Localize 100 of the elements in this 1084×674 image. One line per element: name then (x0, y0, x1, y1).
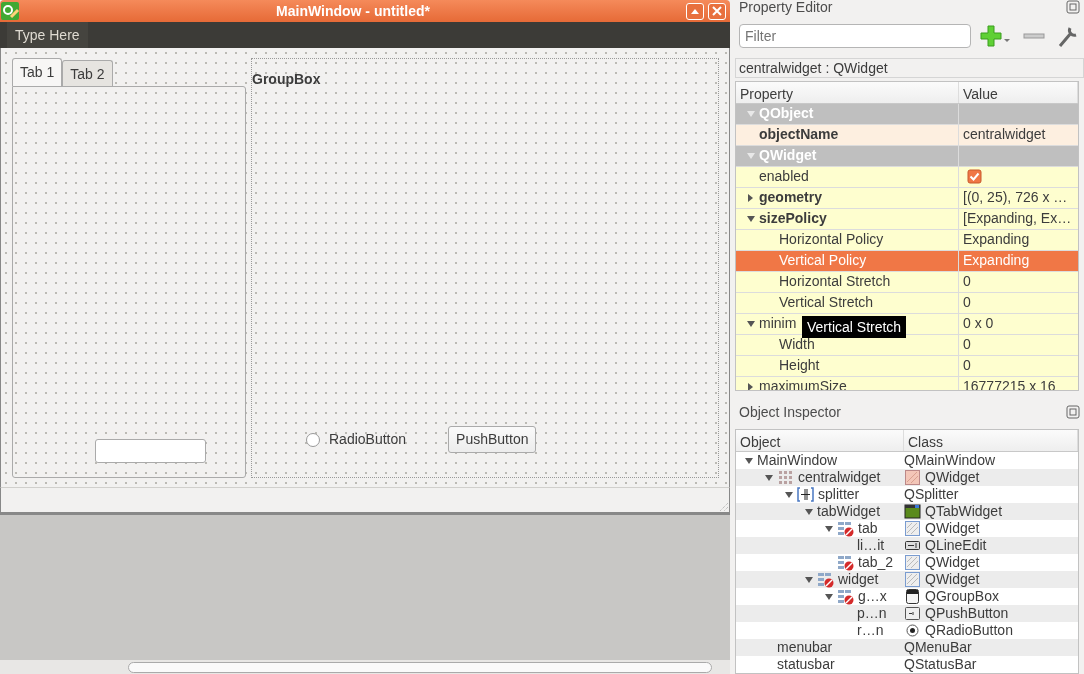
object-name: tabWidget (817, 503, 881, 520)
checkbox[interactable] (967, 169, 982, 185)
property-name: Horizontal Policy (779, 230, 884, 250)
property-row[interactable]: Height 0 (736, 355, 1078, 377)
property-value: Expanding (963, 230, 1030, 250)
object-name: tab (858, 520, 878, 537)
tree-row[interactable]: menubar QMenuBar (736, 639, 1078, 656)
property-row[interactable]: enabled (736, 166, 1078, 188)
widget-icon (904, 554, 921, 571)
broken-layout-icon (837, 554, 854, 571)
tree-row[interactable]: widget QWidget (736, 571, 1078, 588)
property-row[interactable]: Horizontal Policy Expanding (736, 229, 1078, 251)
property-value: 0 (963, 272, 971, 292)
tooltip: Vertical Stretch (802, 316, 907, 338)
property-value: 0 x 0 (963, 314, 994, 334)
broken-layout-icon (837, 588, 854, 605)
tree-row[interactable]: statusbar QStatusBar (736, 656, 1078, 673)
category-name: QWidget (759, 146, 817, 166)
tree-row[interactable]: li…it QLineEdit (736, 537, 1078, 554)
class-name: QRadioButton (925, 622, 1013, 639)
tree-row[interactable]: g…x QGroupBox (736, 588, 1078, 605)
object-name: widget (838, 571, 879, 588)
object-name: splitter (818, 486, 860, 503)
class-name: QSplitter (904, 486, 959, 503)
widget-icon (904, 520, 921, 537)
splitter-icon (797, 486, 814, 503)
property-name: enabled (759, 167, 809, 187)
tree-row[interactable]: r…n QRadioButton (736, 622, 1078, 639)
class-name: QLineEdit (925, 537, 987, 554)
object-name: r…n (857, 622, 884, 639)
scrollbar-thumb[interactable] (128, 661, 712, 673)
class-name: QWidget (925, 554, 980, 571)
widget-icon (904, 571, 921, 588)
tree-row[interactable]: tab QWidget (736, 520, 1078, 537)
menu-placeholder[interactable]: Type Here (7, 21, 88, 49)
radio-button-icon (904, 622, 921, 639)
property-value: 0 (963, 356, 971, 376)
tree-row[interactable]: p…n QPushButton (736, 605, 1078, 622)
object-name: tab_2 (858, 554, 894, 571)
column-header: Class (904, 430, 1078, 451)
column-header: Value (959, 81, 1078, 103)
input-field[interactable] (95, 439, 206, 463)
group-box-title: GroupBox (252, 70, 322, 89)
float-icon[interactable] (1066, 405, 1080, 420)
tree-row[interactable]: centralwidget QWidget (736, 469, 1078, 486)
property-value: centralwidget (963, 125, 1046, 145)
property-row[interactable]: sizePolicy [Expanding, Ex… (736, 208, 1078, 230)
property-row[interactable]: Horizontal Stretch 0 (736, 271, 1078, 293)
property-row[interactable]: Vertical Stretch 0 (736, 292, 1078, 314)
add-icon[interactable] (979, 23, 1011, 48)
radio-button[interactable] (305, 431, 321, 448)
class-name: QPushButton (925, 605, 1009, 622)
tab[interactable]: Tab 1 (12, 58, 63, 86)
group-box-icon (904, 588, 921, 605)
class-name: QGroupBox (925, 588, 999, 605)
object-name: menubar (777, 639, 833, 656)
property-row[interactable]: objectName centralwidget (736, 124, 1078, 146)
class-name: QWidget (925, 520, 980, 537)
close-button[interactable] (708, 2, 726, 20)
tab[interactable]: Tab 2 (62, 60, 113, 86)
widget-icon (904, 469, 921, 486)
property-name: Horizontal Stretch (779, 272, 891, 292)
grid-layout-icon (777, 469, 794, 486)
horizontal-scrollbar[interactable] (0, 660, 730, 674)
property-name: Width (779, 335, 815, 355)
tree-row[interactable]: MainWindow QMainWindow (736, 452, 1078, 469)
remove-icon[interactable] (1023, 31, 1045, 40)
panel-title: Property Editor (739, 0, 833, 17)
object-name: g…x (858, 588, 887, 605)
property-row[interactable]: geometry [(0, 25), 726 x … (736, 187, 1078, 209)
class-name: QStatusBar (904, 656, 977, 673)
class-name: QWidget (925, 469, 980, 486)
push-button[interactable]: PushButton (448, 426, 537, 453)
close-icon (712, 6, 722, 16)
property-name: Height (779, 356, 820, 376)
class-name: QTabWidget (925, 503, 1003, 520)
property-value: 0 (963, 293, 971, 313)
column-header: Object (736, 430, 904, 451)
tree-row[interactable]: splitter QSplitter (736, 486, 1078, 503)
broken-layout-icon (817, 571, 834, 588)
object-name: p…n (857, 605, 887, 622)
filter-field[interactable]: Filter (739, 23, 971, 48)
property-value: [(0, 25), 726 x … (963, 188, 1068, 208)
property-name: Vertical Policy (779, 251, 867, 271)
broken-layout-icon (837, 520, 854, 537)
maximize-button[interactable] (686, 2, 704, 20)
property-name: sizePolicy (759, 209, 827, 229)
class-name: QMainWindow (904, 452, 996, 469)
push-button-icon (904, 605, 921, 622)
object-label: centralwidget : QWidget (735, 57, 1084, 78)
panel-title: Object Inspector (739, 405, 841, 423)
tree-row[interactable]: tab_2 QWidget (736, 554, 1078, 571)
tree-row[interactable]: tabWidget QTabWidget (736, 503, 1078, 520)
radio-label: RadioButton (329, 430, 407, 449)
window-title: MainWindow - untitled* (275, 1, 431, 21)
class-name: QMenuBar (904, 639, 972, 656)
category-name: QObject (759, 104, 814, 124)
object-name: MainWindow (757, 452, 838, 469)
resize-grip-icon (719, 502, 729, 512)
float-icon[interactable] (1066, 0, 1080, 14)
